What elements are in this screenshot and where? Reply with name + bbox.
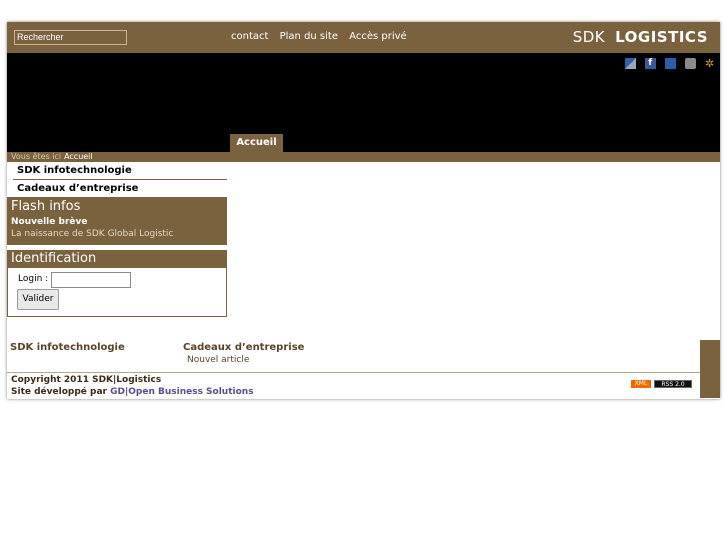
brand-sdk: SDK xyxy=(572,28,606,46)
digg-icon[interactable] xyxy=(684,58,696,69)
login-form: Login : Valider xyxy=(7,268,227,317)
breadcrumb-bar xyxy=(7,152,720,162)
footer-link-cadeaux[interactable]: Cadeaux d’entreprise xyxy=(183,342,304,353)
sitemap-link[interactable]: Plan du site xyxy=(280,31,338,42)
developer-link[interactable]: GD|Open Business Solutions xyxy=(110,387,253,397)
footer-divider xyxy=(7,372,700,373)
top-links: contact Plan du site Accès privé xyxy=(231,31,415,42)
tab-accueil[interactable]: Accueil xyxy=(230,134,283,152)
flash-infos-panel: Flash infos Nouvelle brève La naissance … xyxy=(7,197,227,245)
breadcrumb-label: Vous êtes ici xyxy=(11,152,62,161)
developer-prefix: Site développé par xyxy=(11,387,111,397)
identification-header: Identification xyxy=(7,250,227,268)
page: contact Plan du site Accès privé SDK LOGI… xyxy=(7,22,720,399)
private-access-link[interactable]: Accès privé xyxy=(349,31,407,42)
login-label: Login : xyxy=(18,274,49,284)
flash-title: Flash infos xyxy=(11,199,81,214)
identification-title: Identification xyxy=(11,251,97,266)
flash-text[interactable]: La naissance de SDK Global Logistic xyxy=(11,229,173,239)
rss-badge[interactable]: RSS 2.0 xyxy=(654,380,692,388)
submit-button[interactable]: Valider xyxy=(17,289,59,310)
login-input[interactable] xyxy=(51,272,131,288)
right-edge-bar xyxy=(700,340,720,398)
myspace-icon[interactable] xyxy=(624,58,636,69)
top-bar: contact Plan du site Accès privé SDK LOGI… xyxy=(7,22,720,53)
brand-logistics: LOGISTICS xyxy=(615,28,708,46)
facebook-icon[interactable]: f xyxy=(644,58,656,69)
breadcrumb: Vous êtes ici Accueil xyxy=(11,152,93,162)
menu-item-sdk-infotechnologie[interactable]: SDK infotechnologie xyxy=(13,163,227,180)
star-icon[interactable]: ✲ xyxy=(705,58,717,69)
flash-subtitle[interactable]: Nouvelle brève xyxy=(11,217,87,227)
left-menu: SDK infotechnologie Cadeaux d’entreprise xyxy=(13,163,227,198)
social-icons: f ✲ xyxy=(621,58,717,70)
footer-link-sdk[interactable]: SDK infotechnologie xyxy=(10,342,125,353)
delicious-icon[interactable] xyxy=(664,58,676,69)
header-banner: f ✲ Accueil xyxy=(7,53,720,152)
brand-logo[interactable]: SDK LOGISTICS xyxy=(573,28,708,46)
contact-link[interactable]: contact xyxy=(231,31,268,42)
copyright-text: Copyright 2011 SDK|Logistics xyxy=(11,375,162,385)
menu-item-cadeaux[interactable]: Cadeaux d’entreprise xyxy=(13,181,227,198)
search-input[interactable] xyxy=(14,30,127,45)
xml-badge[interactable]: XML xyxy=(631,380,651,388)
breadcrumb-current[interactable]: Accueil xyxy=(64,152,93,161)
copyright: Copyright 2011 SDK|Logistics Site dévelo… xyxy=(11,374,254,398)
footer-new-article[interactable]: Nouvel article xyxy=(187,355,249,365)
developer-line: Site développé par GD|Open Business Solu… xyxy=(11,386,254,398)
